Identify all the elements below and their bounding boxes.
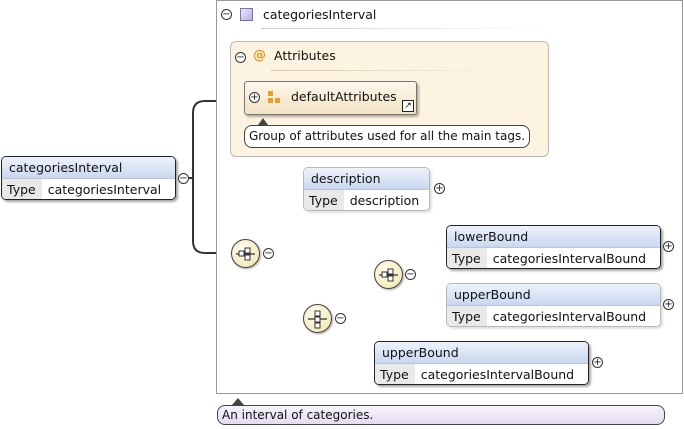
element-type-row: Type categoriesIntervalBound	[375, 364, 588, 384]
choice-compositor-icon[interactable]	[303, 304, 332, 333]
collapse-icon[interactable]: −	[178, 173, 189, 184]
attributes-separator	[271, 70, 501, 71]
attribute-group-name: defaultAttributes	[291, 89, 397, 104]
attribute-at-icon: @	[253, 48, 266, 63]
expand-icon[interactable]: +	[434, 183, 445, 194]
element-type-row: Type categoriesIntervalBound	[447, 248, 660, 268]
shortcut-arrow-icon[interactable]: ↗	[402, 100, 414, 112]
element-type-row: Type description	[304, 190, 429, 210]
sequence-compositor-icon[interactable]	[374, 260, 403, 289]
complex-type-icon	[240, 8, 253, 21]
element-upperBound-optional[interactable]: upperBound Type categoriesIntervalBound	[446, 283, 661, 327]
type-value: categoriesIntervalBound	[492, 251, 647, 266]
expand-icon[interactable]: +	[249, 92, 260, 103]
expand-icon[interactable]: +	[663, 241, 674, 252]
collapse-icon[interactable]: −	[221, 9, 232, 20]
attribute-group-icon	[268, 91, 280, 103]
attribute-group-defaultAttributes[interactable]: + defaultAttributes ↗	[244, 81, 417, 115]
doc-pointer	[232, 398, 244, 405]
element-name: lowerBound	[447, 226, 660, 248]
element-type-row: Type categoriesIntervalBound	[447, 306, 660, 326]
element-upperBound[interactable]: upperBound Type categoriesIntervalBound	[374, 341, 589, 385]
title-separator	[261, 28, 551, 29]
collapse-icon[interactable]: −	[335, 313, 346, 324]
type-key: Type	[375, 364, 415, 384]
complex-type-documentation: An interval of categories.	[217, 405, 665, 425]
attributes-title: Attributes	[274, 48, 336, 63]
type-key: Type	[447, 248, 487, 268]
element-lowerBound[interactable]: lowerBound Type categoriesIntervalBound	[446, 225, 661, 269]
type-key: Type	[304, 190, 344, 210]
type-key: Type	[2, 179, 42, 199]
type-value: categoriesInterval	[47, 182, 162, 197]
complex-type-title: categoriesInterval	[263, 7, 377, 22]
element-name: categoriesInterval	[2, 157, 175, 179]
expand-icon[interactable]: +	[663, 299, 674, 310]
root-element-categoriesInterval[interactable]: categoriesInterval Type categoriesInterv…	[1, 156, 176, 200]
type-value: description	[349, 193, 420, 208]
attribute-group-documentation: Group of attributes used for all the mai…	[244, 125, 531, 148]
collapse-icon[interactable]: −	[235, 52, 246, 63]
type-value: categoriesIntervalBound	[420, 367, 575, 382]
type-key: Type	[447, 306, 487, 326]
element-name: upperBound	[447, 284, 660, 306]
expand-icon[interactable]: +	[592, 357, 603, 368]
element-name: upperBound	[375, 342, 588, 364]
type-value: categoriesIntervalBound	[492, 309, 647, 324]
doc-pointer	[258, 118, 268, 125]
element-type-row: Type categoriesInterval	[2, 179, 175, 199]
element-description[interactable]: description Type description	[303, 167, 430, 211]
collapse-icon[interactable]: −	[263, 248, 274, 259]
sequence-compositor-icon[interactable]	[231, 239, 260, 268]
element-name: description	[304, 168, 429, 190]
collapse-icon[interactable]: −	[405, 269, 416, 280]
